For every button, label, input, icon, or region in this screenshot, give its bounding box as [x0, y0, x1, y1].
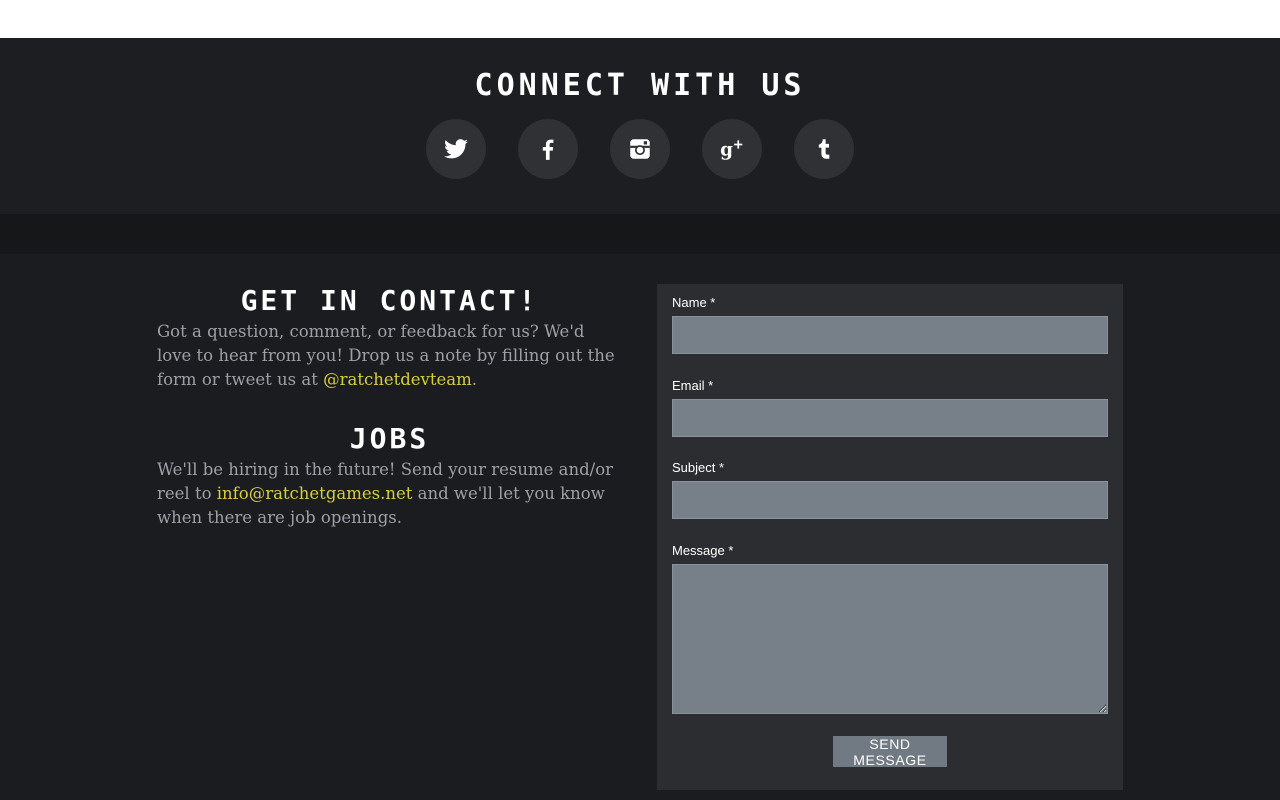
facebook-button[interactable] — [518, 119, 578, 179]
contact-section: GET IN CONTACT! Got a question, comment,… — [0, 254, 1280, 800]
email-label: Email * — [672, 378, 714, 393]
twitter-handle-link[interactable]: @ratchetdevteam — [323, 370, 472, 389]
name-label: Name * — [672, 295, 716, 310]
jobs-heading: JOBS — [349, 422, 430, 455]
google-plus-icon: g — [720, 140, 743, 161]
connect-title: CONNECT WITH US — [474, 68, 806, 103]
send-message-button[interactable]: SEND MESSAGE — [833, 736, 947, 768]
social-links: g — [426, 119, 854, 179]
tumblr-button[interactable] — [794, 119, 854, 179]
instagram-button[interactable] — [610, 119, 670, 179]
contact-text: Got a question, comment, or feedback for… — [157, 320, 622, 392]
contact-form: Name * Email * Subject * Message * SEND … — [657, 284, 1123, 790]
tumblr-icon — [818, 139, 830, 159]
facebook-icon — [542, 139, 554, 160]
contact-heading: GET IN CONTACT! — [240, 284, 539, 317]
svg-text:g: g — [720, 140, 733, 161]
subject-label: Subject * — [672, 460, 725, 475]
subject-field[interactable] — [672, 481, 1108, 519]
twitter-button[interactable] — [426, 119, 486, 179]
section-divider — [0, 214, 1280, 254]
jobs-email-link[interactable]: info@ratchetgames.net — [217, 484, 413, 503]
contact-text-end: . — [471, 370, 478, 389]
message-field[interactable] — [672, 564, 1108, 714]
instagram-icon — [630, 139, 650, 159]
email-field[interactable] — [672, 399, 1108, 437]
top-bar — [0, 0, 1280, 38]
connect-section: CONNECT WITH US g — [0, 38, 1280, 214]
name-field[interactable] — [672, 316, 1108, 354]
google-plus-button[interactable]: g — [702, 119, 762, 179]
message-label: Message * — [672, 543, 734, 558]
jobs-text: We'll be hiring in the future! Send your… — [157, 458, 622, 530]
twitter-icon — [444, 139, 468, 159]
